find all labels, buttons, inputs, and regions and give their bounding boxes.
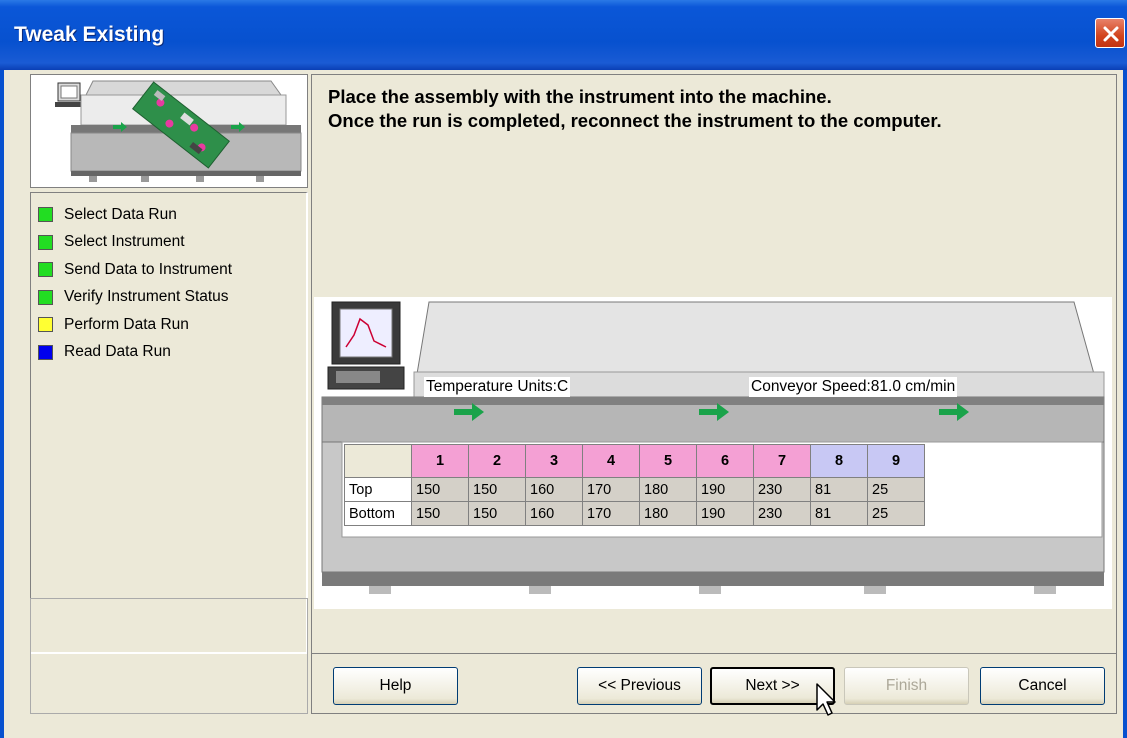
table-cell[interactable]: 190 bbox=[696, 501, 754, 526]
close-button[interactable] bbox=[1095, 18, 1125, 48]
zone-header: 3 bbox=[525, 444, 583, 478]
table-row: Bottom 150 150 160 170 180 190 230 81 25 bbox=[344, 501, 925, 526]
instruction-line-1: Place the assembly with the instrument i… bbox=[328, 86, 832, 107]
step-label: Select Instrument bbox=[64, 233, 185, 251]
left-info-panel bbox=[30, 598, 308, 714]
row-label-bottom: Bottom bbox=[344, 501, 412, 526]
wizard-button-bar: Help << Previous Next >> Finish Cancel bbox=[312, 654, 1116, 714]
close-icon bbox=[1103, 26, 1119, 42]
row-label-top: Top bbox=[344, 477, 412, 502]
previous-button[interactable]: << Previous bbox=[577, 667, 702, 705]
zone-header: 7 bbox=[753, 444, 811, 478]
oven-board-illustration bbox=[55, 80, 302, 182]
status-indicator bbox=[38, 234, 53, 250]
table-cell[interactable]: 230 bbox=[753, 501, 811, 526]
status-indicator bbox=[38, 344, 53, 360]
status-indicator bbox=[38, 289, 53, 305]
table-cell[interactable]: 180 bbox=[639, 477, 697, 502]
table-cell[interactable]: 150 bbox=[411, 501, 469, 526]
zone-header: 6 bbox=[696, 444, 754, 478]
zone-header: 2 bbox=[468, 444, 526, 478]
zone-header: 5 bbox=[639, 444, 697, 478]
conveyor-speed-label: Conveyor Speed:81.0 cm/min bbox=[749, 377, 958, 397]
wizard-steps-list: Select Data Run Select Instrument Send D… bbox=[30, 192, 308, 654]
cancel-button[interactable]: Cancel bbox=[980, 667, 1105, 705]
zone-header-row: 1 2 3 4 5 6 7 8 9 bbox=[344, 444, 925, 478]
help-button[interactable]: Help bbox=[333, 667, 458, 705]
window-frame-right bbox=[1123, 70, 1127, 738]
step-select-data-run: Select Data Run bbox=[31, 201, 306, 229]
left-panel: Select Data Run Select Instrument Send D… bbox=[30, 74, 308, 714]
mouse-cursor-icon bbox=[816, 683, 836, 716]
step-read-data-run: Read Data Run bbox=[31, 339, 306, 367]
step-select-instrument: Select Instrument bbox=[31, 229, 306, 257]
finish-button[interactable]: Finish bbox=[844, 667, 969, 705]
title-bar[interactable]: Tweak Existing bbox=[0, 0, 1127, 70]
table-cell[interactable]: 81 bbox=[810, 501, 868, 526]
table-cell[interactable]: 170 bbox=[582, 477, 640, 502]
window-frame-left bbox=[0, 70, 4, 738]
table-cell[interactable]: 230 bbox=[753, 477, 811, 502]
zone-header: 8 bbox=[810, 444, 868, 478]
table-cell[interactable]: 160 bbox=[525, 477, 583, 502]
status-indicator bbox=[38, 207, 53, 223]
table-cell[interactable]: 170 bbox=[582, 501, 640, 526]
wizard-window: Tweak Existing Select Data Run Select In… bbox=[0, 0, 1127, 738]
zone-temperature-table: 1 2 3 4 5 6 7 8 9 Top 150 150 160 170 18… bbox=[344, 444, 925, 526]
instruction-line-2: Once the run is completed, reconnect the… bbox=[328, 110, 942, 131]
content-panel: Place the assembly with the instrument i… bbox=[311, 74, 1117, 714]
table-corner-cell bbox=[344, 444, 412, 478]
temperature-units-label: Temperature Units:C bbox=[424, 377, 571, 397]
step-send-data: Send Data to Instrument bbox=[31, 256, 306, 284]
zone-header: 9 bbox=[867, 444, 925, 478]
oven-diagram: Temperature Units:C Conveyor Speed:81.0 … bbox=[314, 297, 1112, 609]
assembly-thumbnail bbox=[30, 74, 308, 188]
zone-header: 4 bbox=[582, 444, 640, 478]
step-label: Read Data Run bbox=[64, 343, 171, 361]
instructions: Place the assembly with the instrument i… bbox=[328, 85, 942, 133]
table-cell[interactable]: 150 bbox=[468, 477, 526, 502]
table-row: Top 150 150 160 170 180 190 230 81 25 bbox=[344, 477, 925, 502]
step-perform-data-run: Perform Data Run bbox=[31, 311, 306, 339]
status-indicator bbox=[38, 317, 53, 333]
table-cell[interactable]: 150 bbox=[468, 501, 526, 526]
status-indicator bbox=[38, 262, 53, 278]
table-cell[interactable]: 25 bbox=[867, 477, 925, 502]
zone-header: 1 bbox=[411, 444, 469, 478]
step-label: Verify Instrument Status bbox=[64, 288, 229, 306]
table-cell[interactable]: 160 bbox=[525, 501, 583, 526]
step-label: Send Data to Instrument bbox=[64, 260, 233, 278]
table-cell[interactable]: 81 bbox=[810, 477, 868, 502]
table-cell[interactable]: 150 bbox=[411, 477, 469, 502]
table-cell[interactable]: 25 bbox=[867, 501, 925, 526]
table-cell[interactable]: 180 bbox=[639, 501, 697, 526]
step-verify-status: Verify Instrument Status bbox=[31, 284, 306, 312]
window-title: Tweak Existing bbox=[14, 23, 165, 46]
step-label: Perform Data Run bbox=[64, 315, 189, 333]
step-label: Select Data Run bbox=[64, 205, 177, 223]
table-cell[interactable]: 190 bbox=[696, 477, 754, 502]
